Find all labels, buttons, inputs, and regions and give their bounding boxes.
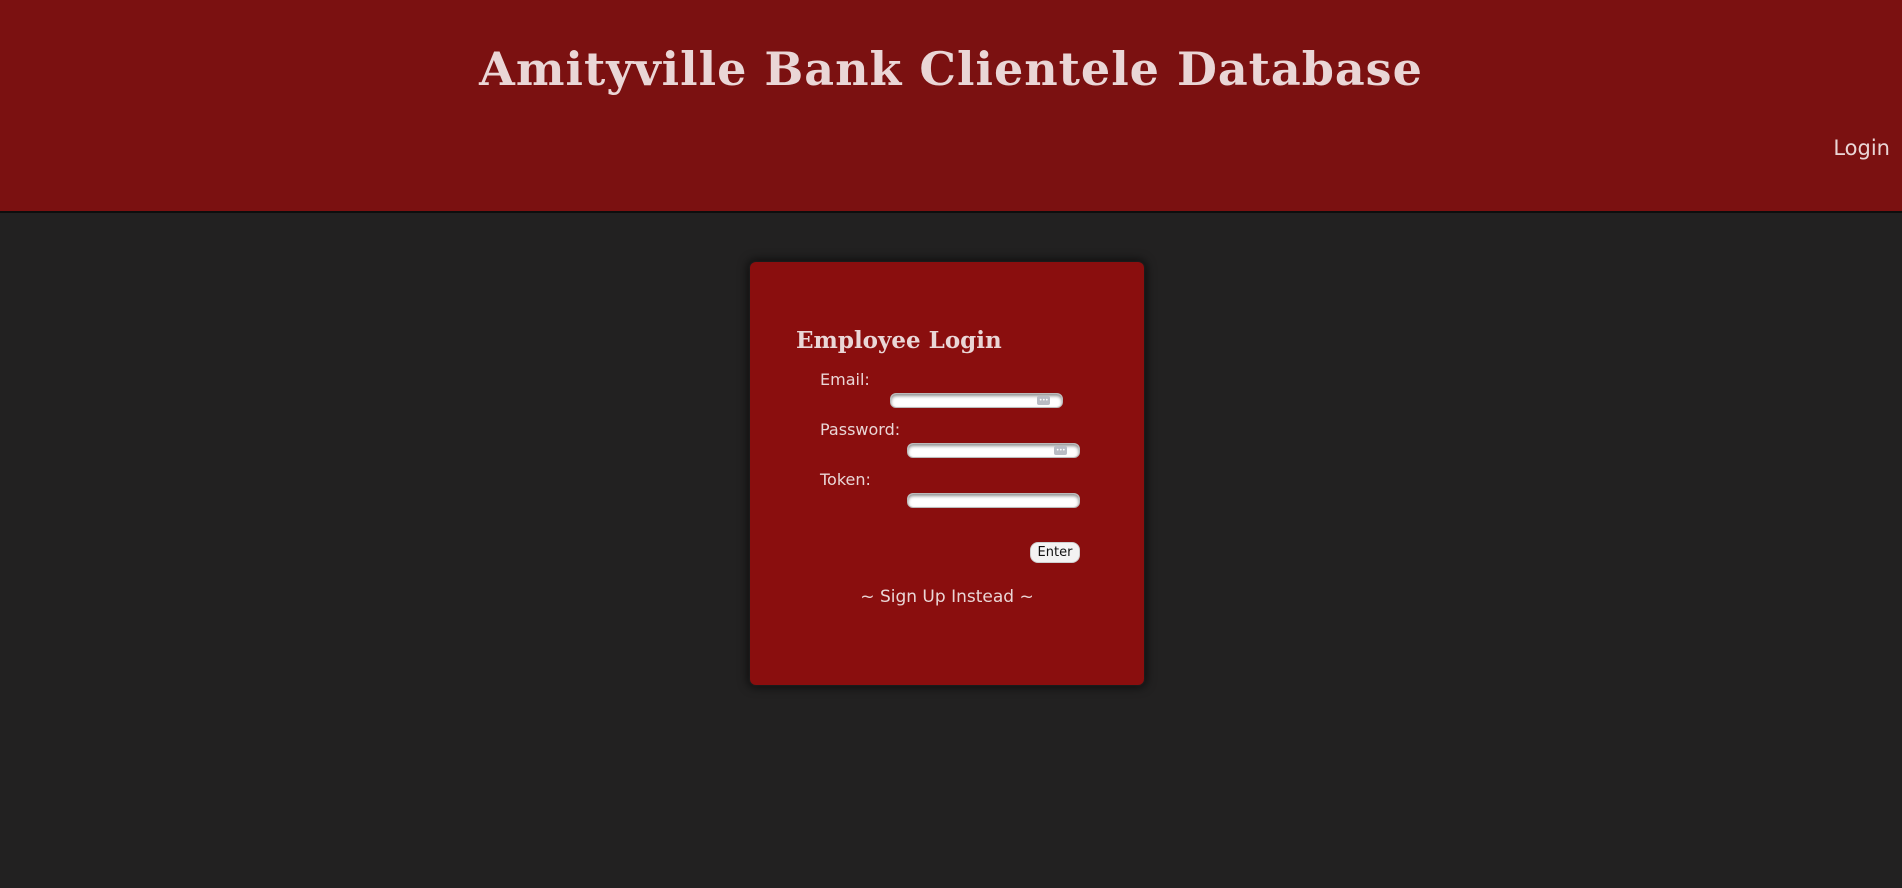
enter-button[interactable]: Enter bbox=[1030, 542, 1080, 563]
token-field[interactable] bbox=[907, 493, 1080, 508]
key-icon[interactable]: ••• bbox=[1054, 446, 1067, 455]
token-label: Token: bbox=[820, 470, 871, 489]
login-card: Employee Login Email: ••• Password: ••• … bbox=[750, 262, 1144, 685]
site-title: Amityville Bank Clientele Database bbox=[479, 42, 1423, 96]
nav-login-link[interactable]: Login bbox=[1833, 136, 1890, 160]
key-icon[interactable]: ••• bbox=[1037, 396, 1050, 405]
site-header: Amityville Bank Clientele Database Login bbox=[0, 0, 1902, 213]
email-label: Email: bbox=[820, 370, 870, 389]
login-card-title: Employee Login bbox=[796, 327, 1002, 354]
password-label: Password: bbox=[820, 420, 901, 439]
signup-link[interactable]: ~ Sign Up Instead ~ bbox=[750, 587, 1144, 607]
